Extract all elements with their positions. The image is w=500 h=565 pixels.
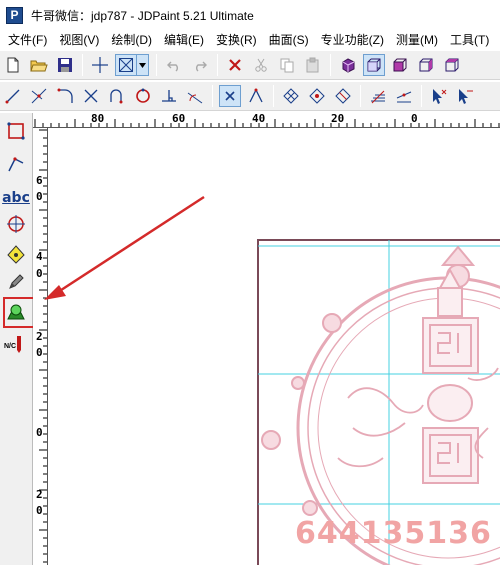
menu-draw[interactable]: 绘制(D) [105, 30, 158, 50]
nc-label: N/C [4, 343, 17, 350]
menu-measure[interactable]: 测量(M) [390, 30, 444, 50]
iso-cube-icon[interactable] [441, 54, 463, 76]
ruler-top-label: 40 [252, 113, 266, 125]
drawing-canvas[interactable] [48, 128, 500, 565]
measure-icon[interactable] [3, 241, 29, 267]
front-cube-icon[interactable] [389, 54, 411, 76]
ruler-left-label: 0 [36, 504, 43, 517]
cut-icon[interactable] [250, 54, 272, 76]
line-node-icon[interactable] [2, 85, 24, 107]
ruler-left-label: 2 [36, 488, 43, 501]
select-rect-icon[interactable] [3, 118, 29, 144]
shaded-cube-icon[interactable] [337, 54, 359, 76]
watermark-text: 644135136 [295, 516, 492, 551]
tangent-icon[interactable] [184, 85, 206, 107]
toolbar-separator [273, 85, 274, 107]
undo-icon[interactable] [163, 54, 185, 76]
snap-toolbar [0, 81, 500, 111]
pick-arrow-2-icon[interactable] [454, 85, 476, 107]
ruler-top: 80 60 40 20 0 [33, 113, 500, 128]
wireframe-cube-icon[interactable] [363, 54, 385, 76]
transform-circle-icon[interactable] [3, 211, 29, 237]
toolbar-separator [82, 54, 83, 76]
title-bar: P 牛哥微信：jdp787 - JDPaint 5.21 Ultimate [0, 0, 500, 30]
menu-tools[interactable]: 工具(T) [444, 30, 495, 50]
toolbar-separator [330, 54, 331, 76]
pick-arrow-icon[interactable] [428, 85, 450, 107]
cross-icon[interactable] [80, 85, 102, 107]
menu-edit[interactable]: 编辑(E) [158, 30, 210, 50]
toolbar-separator [421, 85, 422, 107]
trim-icon[interactable] [28, 85, 50, 107]
paste-icon[interactable] [302, 54, 324, 76]
left-toolbar: abc N/C [0, 113, 35, 565]
standard-toolbar [0, 50, 500, 80]
arc-node-icon[interactable] [106, 85, 128, 107]
ruler-left-label: 0 [36, 346, 43, 359]
menu-file[interactable]: 文件(F) [0, 30, 53, 50]
toolbar-separator [360, 85, 361, 107]
toolbar-separator [156, 54, 157, 76]
crosshair-icon[interactable] [89, 54, 111, 76]
menu-surface[interactable]: 曲面(S) [263, 30, 315, 50]
save-icon[interactable] [54, 54, 76, 76]
copy-icon[interactable] [276, 54, 298, 76]
layer-icon[interactable] [367, 85, 389, 107]
side-cube-icon[interactable] [415, 54, 437, 76]
select-box-icon[interactable] [115, 54, 137, 76]
draw-curve-icon[interactable] [3, 151, 29, 177]
grid-diamond-2-icon[interactable] [306, 85, 328, 107]
ruler-left-label: 6 [36, 174, 43, 187]
ruler-left: 6 0 4 0 2 0 0 2 0 [33, 128, 48, 565]
relief-tool-highlight-box [3, 297, 35, 328]
grid-diamond-icon[interactable] [280, 85, 302, 107]
ruler-left-label: 0 [36, 190, 43, 203]
ruler-top-label: 60 [172, 113, 186, 125]
ruler-left-label: 0 [36, 426, 43, 439]
ruler-top-label: 80 [91, 113, 105, 125]
delete-icon[interactable] [224, 54, 246, 76]
pen-icon[interactable] [3, 269, 29, 295]
circle-node-icon[interactable] [132, 85, 154, 107]
intersection-icon[interactable] [245, 85, 267, 107]
fillet-icon[interactable] [54, 85, 76, 107]
ruler-left-label: 0 [36, 267, 43, 280]
grid-diamond-3-icon[interactable] [332, 85, 354, 107]
menu-view[interactable]: 视图(V) [53, 30, 105, 50]
nc-toolpath-icon[interactable]: N/C [3, 331, 29, 357]
chevron-down-icon[interactable] [137, 54, 149, 76]
text-abc-icon[interactable]: abc [2, 185, 30, 211]
toolbar-separator [217, 54, 218, 76]
relief-artwork [257, 239, 500, 565]
ruler-left-label: 2 [36, 330, 43, 343]
ruler-left-label: 4 [36, 250, 43, 263]
ruler-top-label: 0 [411, 113, 418, 125]
perpendicular-icon[interactable] [158, 85, 180, 107]
menu-bar: 文件(F) 视图(V) 绘制(D) 编辑(E) 变换(R) 曲面(S) 专业功能… [0, 30, 500, 50]
toolbar-separator [212, 85, 213, 107]
center-snap-icon[interactable] [219, 85, 241, 107]
layer-2-icon[interactable] [393, 85, 415, 107]
menu-transform[interactable]: 变换(R) [210, 30, 263, 50]
new-file-icon[interactable] [2, 54, 24, 76]
app-logo-icon: P [6, 6, 23, 24]
open-folder-icon[interactable] [28, 54, 50, 76]
window-title: 牛哥微信：jdp787 - JDPaint 5.21 Ultimate [31, 8, 254, 23]
text-abc-label: abc [2, 190, 30, 206]
ruler-top-label: 20 [331, 113, 345, 125]
menu-pro-functions[interactable]: 专业功能(Z) [315, 30, 390, 50]
redo-icon[interactable] [189, 54, 211, 76]
